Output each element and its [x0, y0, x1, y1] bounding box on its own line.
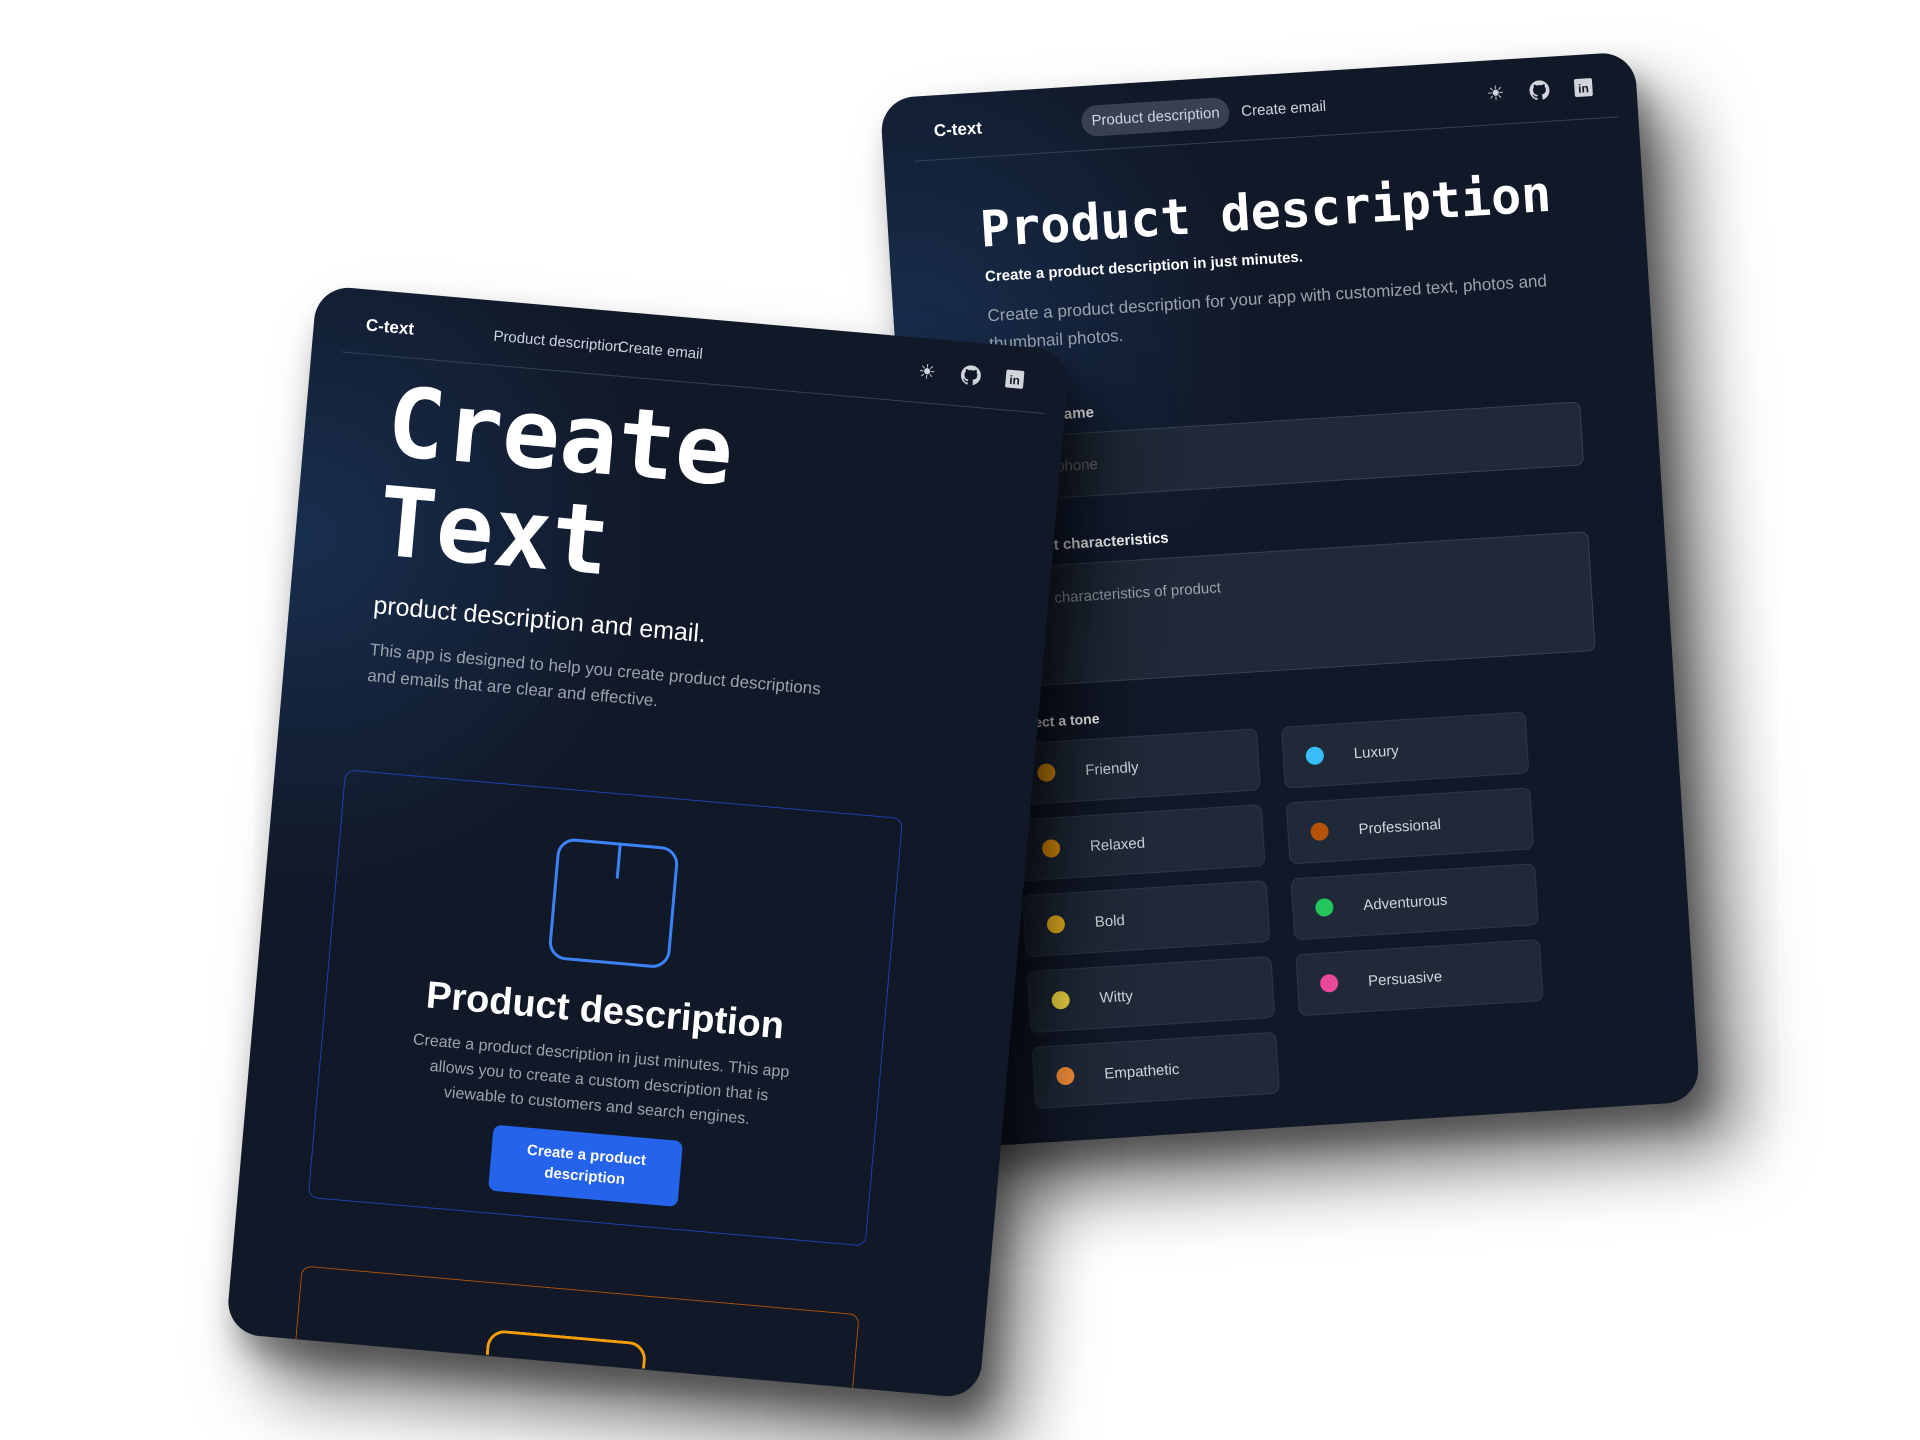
gem-icon: [1305, 746, 1325, 766]
briefcase-icon: [1310, 822, 1330, 842]
tone-label: Persuasive: [1367, 967, 1443, 990]
relieved-face-icon: [1041, 838, 1061, 859]
tone-label: Luxury: [1353, 741, 1400, 762]
logo[interactable]: C-text: [365, 315, 415, 339]
tone-option-professional[interactable]: Professional: [1285, 787, 1535, 865]
create-product-description-button[interactable]: Create a product description: [488, 1124, 684, 1207]
sun-icon[interactable]: ☀: [1484, 81, 1507, 105]
product-box-icon: [547, 837, 680, 970]
hero-description: This app is designed to help you create …: [366, 640, 822, 711]
email-icon: [485, 1328, 648, 1369]
tone-label: Professional: [1357, 815, 1442, 838]
light-bulb-icon: [1051, 990, 1071, 1010]
header: C-text Product description Create email …: [880, 51, 1639, 164]
tone-option-adventurous[interactable]: Adventurous: [1290, 863, 1539, 941]
nav-product-description[interactable]: Product description: [1080, 96, 1231, 138]
hugging-face-icon: [1055, 1066, 1075, 1086]
hero-title: Create Text: [374, 366, 738, 601]
characteristics-placeholder: characteristics of product: [1053, 579, 1222, 607]
linkedin-icon[interactable]: in: [1003, 367, 1027, 391]
linkedin-icon[interactable]: in: [1572, 76, 1595, 99]
tone-label: Relaxed: [1089, 834, 1146, 855]
nav-create-email[interactable]: Create email: [1230, 90, 1337, 128]
tone-option-friendly[interactable]: Friendly: [1012, 728, 1261, 806]
github-icon[interactable]: [959, 363, 983, 387]
logo[interactable]: C-text: [933, 118, 982, 141]
page-title: Product description: [978, 164, 1553, 259]
hero-subtitle: product description and email.: [372, 591, 708, 649]
tone-label: Bold: [1094, 911, 1126, 931]
home-screen: C-text Product description Create email …: [225, 285, 1071, 1399]
tone-label: Witty: [1099, 987, 1134, 1007]
feature-card-email: [295, 1265, 860, 1388]
tone-option-bold[interactable]: Bold: [1022, 880, 1271, 958]
nav-create-email[interactable]: Create email: [607, 331, 714, 371]
tone-label: Adventurous: [1362, 891, 1448, 914]
flexed-biceps-icon: [1046, 914, 1066, 934]
tone-option-relaxed[interactable]: Relaxed: [1017, 804, 1266, 882]
smiling-face-icon: [1036, 763, 1056, 783]
tone-label: Empathetic: [1103, 1060, 1180, 1083]
brain-icon: [1319, 973, 1339, 993]
tone-grid: Friendly Luxury Relaxed Professional Bold Adv…: [1012, 710, 1574, 1109]
tone-option-persuasive[interactable]: Persuasive: [1295, 938, 1544, 1017]
hiker-icon: [1314, 897, 1334, 917]
github-icon[interactable]: [1528, 79, 1551, 102]
tone-label: Friendly: [1084, 758, 1140, 779]
sun-icon[interactable]: ☀: [915, 360, 939, 383]
tone-option-witty[interactable]: Witty: [1026, 955, 1276, 1034]
tone-option-empathetic[interactable]: Empathetic: [1031, 1031, 1280, 1109]
product-characteristics-textarea[interactable]: ? characteristics of product: [1001, 531, 1596, 688]
feature-card-product-description: Product description Create a product des…: [307, 769, 904, 1247]
tone-option-luxury[interactable]: Luxury: [1280, 711, 1530, 789]
